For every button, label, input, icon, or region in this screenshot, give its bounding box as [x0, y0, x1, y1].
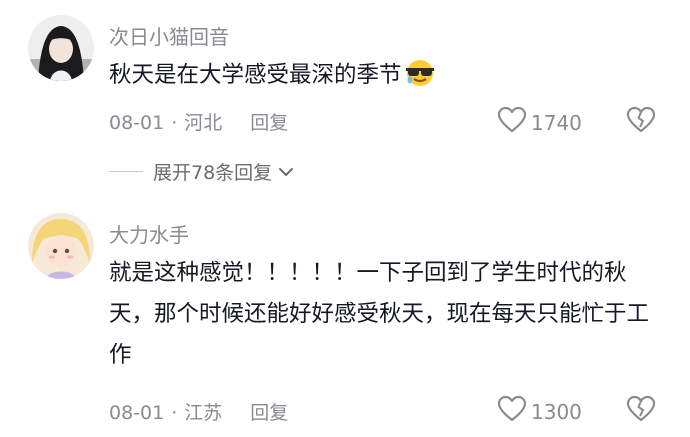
- heart-icon: [497, 106, 531, 139]
- like-button[interactable]: 1300: [497, 395, 582, 428]
- separator-dot: ·: [171, 112, 178, 134]
- expand-replies-button[interactable]: 展开78条回复: [109, 158, 294, 185]
- reply-button[interactable]: 回复: [250, 402, 288, 424]
- like-count: 1740: [531, 110, 582, 135]
- comment-text: 就是这种感觉！！！！！一下子回到了学生时代的秋天，那个时候还能好好感受秋天，现在…: [109, 260, 650, 368]
- comment-text: 秋天是在大学感受最深的季节: [109, 55, 669, 101]
- avatar[interactable]: [28, 213, 94, 279]
- separator-dot: ·: [171, 402, 178, 424]
- comment-item: 次日小猫回音 秋天是在大学感受最深的季节 08-01 · 河北 回复 1740: [0, 0, 690, 150]
- comment-location: 河北: [184, 112, 223, 134]
- cool-sunglasses-emoji-icon: [404, 59, 436, 101]
- like-button[interactable]: 1740: [497, 106, 582, 139]
- comment-item: 大力水手 就是这种感觉！！！！！一下子回到了学生时代的秋天，那个时候还能好好感受…: [0, 200, 690, 437]
- comment-date: 08-01: [109, 112, 165, 134]
- comment-meta: 08-01 · 江苏 回复: [109, 398, 288, 425]
- broken-heart-icon: [626, 106, 656, 138]
- expand-replies-label: 展开78条回复: [153, 162, 273, 184]
- comment-text-body: 秋天是在大学感受最深的季节: [109, 62, 402, 88]
- dislike-button[interactable]: [626, 106, 656, 138]
- comment-date: 08-01: [109, 402, 165, 424]
- reply-button[interactable]: 回复: [250, 112, 288, 134]
- heart-icon: [497, 395, 531, 428]
- like-count: 1300: [531, 399, 582, 424]
- divider-line: [109, 171, 143, 172]
- comment-location: 江苏: [184, 402, 223, 424]
- chevron-down-icon: [278, 161, 294, 183]
- username[interactable]: 大力水手: [109, 219, 189, 248]
- broken-heart-icon: [626, 395, 656, 427]
- avatar[interactable]: [28, 15, 94, 81]
- dislike-button[interactable]: [626, 395, 656, 427]
- username[interactable]: 次日小猫回音: [109, 21, 229, 50]
- comment-meta: 08-01 · 河北 回复: [109, 108, 288, 135]
